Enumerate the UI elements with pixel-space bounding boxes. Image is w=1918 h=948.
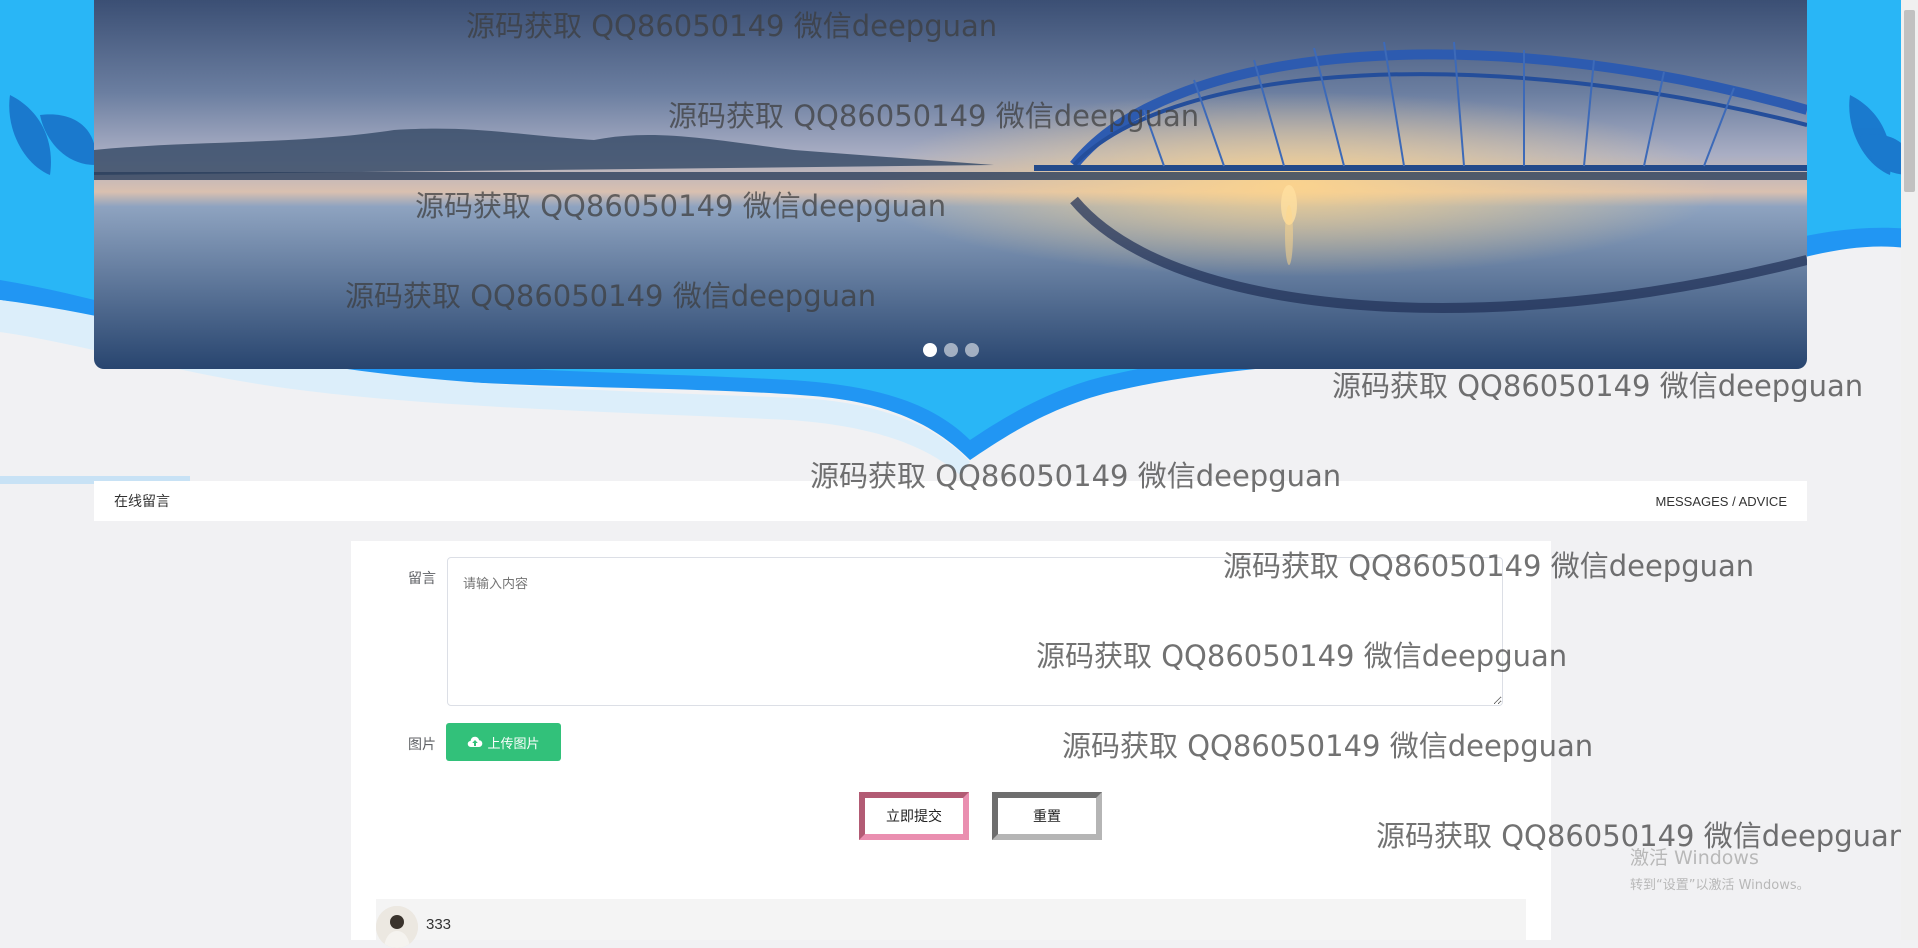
section-title: 在线留言 xyxy=(114,493,170,509)
windows-activation-notice: 激活 Windows 转到“设置”以激活 Windows。 xyxy=(1630,843,1810,893)
message-form-panel: 留言 图片 上传图片 立即提交 重置 333 xyxy=(351,541,1551,948)
scrollbar-thumb[interactable] xyxy=(1904,10,1915,192)
upload-image-button[interactable]: 上传图片 xyxy=(446,723,561,761)
reset-label: 重置 xyxy=(1033,808,1061,824)
cloud-upload-icon xyxy=(468,736,483,747)
reset-button[interactable]: 重置 xyxy=(992,792,1102,840)
comment-username: 333 xyxy=(426,916,452,933)
carousel-dot-3[interactable] xyxy=(964,343,979,357)
activation-subtitle: 转到“设置”以激活 Windows。 xyxy=(1630,878,1810,893)
comment-item: 333 xyxy=(376,899,1526,948)
page-scrollbar[interactable] xyxy=(1901,0,1918,940)
submit-button[interactable]: 立即提交 xyxy=(859,792,969,840)
message-label: 留言 xyxy=(408,570,436,586)
avatar xyxy=(376,905,418,948)
image-label: 图片 xyxy=(408,736,436,752)
carousel-dot-1[interactable] xyxy=(922,343,937,357)
banner-image xyxy=(94,0,1807,369)
submit-label: 立即提交 xyxy=(886,808,942,824)
carousel-dot-2[interactable] xyxy=(943,343,958,357)
upload-image-label: 上传图片 xyxy=(487,735,540,751)
section-header: 在线留言 MESSAGES / ADVICE xyxy=(94,481,1807,521)
message-textarea[interactable] xyxy=(447,557,1503,706)
section-subtitle: MESSAGES / ADVICE xyxy=(1655,493,1788,509)
banner-carousel[interactable] xyxy=(94,0,1807,369)
activation-title: 激活 Windows xyxy=(1630,847,1759,869)
carousel-indicators xyxy=(922,343,979,357)
